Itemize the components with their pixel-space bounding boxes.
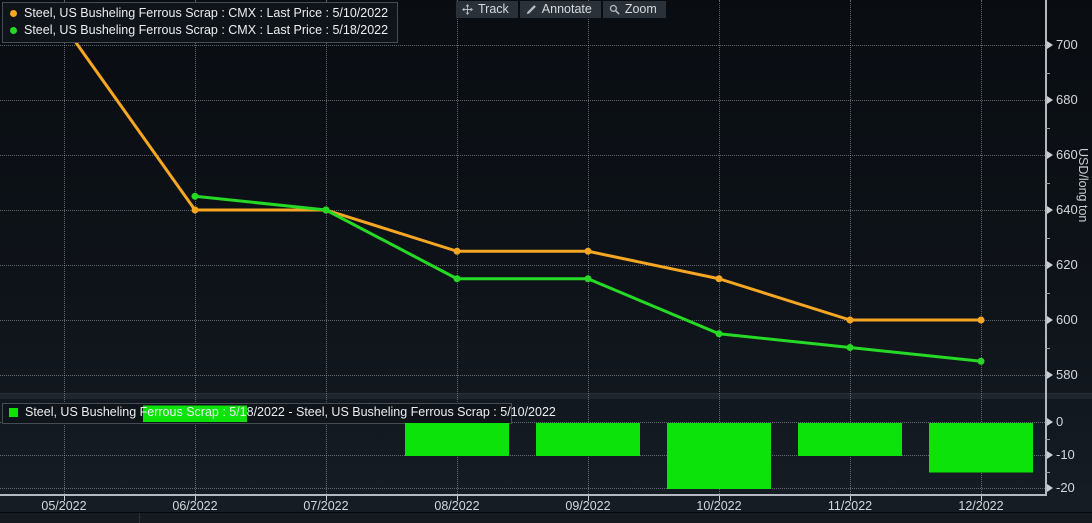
annotate-button[interactable]: Annotate [520, 1, 601, 18]
h-gridline [0, 45, 1045, 46]
y-tick-arrow-icon [1047, 96, 1053, 104]
v-gridline [719, 0, 720, 494]
orange-series-dot-icon [10, 10, 17, 17]
x-tick-label: 05/2022 [41, 499, 86, 513]
zoom-magnifier-icon [609, 4, 620, 15]
y-axis-unit-label: USD/long ton [1076, 148, 1090, 222]
annotate-pencil-icon [526, 4, 537, 15]
track-move-icon [462, 4, 473, 15]
legend-bottom-item[interactable]: Steel, US Busheling Ferrous Scrap : 5/18… [9, 405, 556, 419]
legend-item[interactable]: Steel, US Busheling Ferrous Scrap : CMX … [10, 5, 388, 22]
y-minor-tick [1045, 348, 1050, 349]
panel-splitter[interactable] [0, 393, 1092, 399]
green-series-dot-icon [10, 27, 17, 34]
x-tick-label: 09/2022 [565, 499, 610, 513]
h-gridline [0, 265, 1045, 266]
y-tick-label: 620 [1056, 257, 1078, 272]
h-gridline [0, 100, 1045, 101]
y-tick-arrow-icon [1047, 151, 1053, 159]
zoom-button-label: Zoom [625, 2, 657, 16]
y-tick-arrow-icon [1047, 316, 1053, 324]
v-gridline [850, 0, 851, 494]
y-tick-label: 640 [1056, 202, 1078, 217]
h-gridline [0, 155, 1045, 156]
zoom-button[interactable]: Zoom [603, 1, 666, 18]
v-gridline [981, 0, 982, 494]
y-minor-tick [1045, 128, 1050, 129]
legend-item-label: Steel, US Busheling Ferrous Scrap : CMX … [24, 5, 388, 22]
x-tick-label: 08/2022 [434, 499, 479, 513]
y-tick-label: 700 [1056, 37, 1078, 52]
legend-item[interactable]: Steel, US Busheling Ferrous Scrap : CMX … [10, 22, 388, 39]
x-axis-line [0, 494, 1047, 496]
h-gridline [0, 210, 1045, 211]
y-tick-arrow-icon [1047, 261, 1053, 269]
price-line-5-10-2022 [64, 26, 981, 320]
y-tick-label: 600 [1056, 312, 1078, 327]
status-bar-divider [139, 513, 140, 523]
x-tick-label: 11/2022 [828, 499, 872, 513]
y-tick-arrow-icon [1047, 484, 1053, 492]
x-tick-label: 10/2022 [696, 499, 741, 513]
legend-top-box: Steel, US Busheling Ferrous Scrap : CMX … [2, 2, 398, 43]
annotate-button-label: Annotate [542, 2, 592, 16]
y-tick-label: -20 [1056, 480, 1075, 495]
y-tick-label: -10 [1056, 447, 1075, 462]
x-tick-label: 06/2022 [172, 499, 217, 513]
y-tick-arrow-icon [1047, 371, 1053, 379]
h-gridline [0, 320, 1045, 321]
y-tick-label: 680 [1056, 92, 1078, 107]
chart-window: USD/long ton 700 680 660 640 620 600 580 0 -10 -2… [0, 0, 1092, 523]
status-bar [0, 512, 1092, 523]
h-gridline [0, 375, 1045, 376]
h-gridline [0, 455, 1045, 456]
v-gridline [588, 0, 589, 494]
x-tick-label: 12/2022 [958, 499, 1003, 513]
y-minor-tick [1045, 238, 1050, 239]
y-minor-tick [1045, 73, 1050, 74]
y-minor-tick [1045, 472, 1050, 473]
diff-series-square-icon [9, 408, 18, 417]
legend-item-label: Steel, US Busheling Ferrous Scrap : CMX … [24, 22, 388, 39]
x-tick-label: 07/2022 [303, 499, 348, 513]
y-minor-tick [1045, 293, 1050, 294]
y-tick-arrow-icon [1047, 206, 1053, 214]
y-minor-tick [1045, 183, 1050, 184]
y-minor-tick [1045, 439, 1050, 440]
track-button[interactable]: Track [456, 1, 518, 18]
y-tick-label: 580 [1056, 367, 1078, 382]
h-gridline [0, 488, 1045, 489]
y-tick-arrow-icon [1047, 41, 1053, 49]
y-tick-label: 0 [1056, 414, 1063, 429]
y-tick-arrow-icon [1047, 451, 1053, 459]
chart-toolbar: Track Annotate Zoom [456, 1, 666, 18]
y-tick-arrow-icon [1047, 418, 1053, 426]
track-button-label: Track [478, 2, 509, 16]
legend-bottom-label: Steel, US Busheling Ferrous Scrap : 5/18… [25, 405, 556, 419]
y-tick-label: 660 [1056, 147, 1078, 162]
